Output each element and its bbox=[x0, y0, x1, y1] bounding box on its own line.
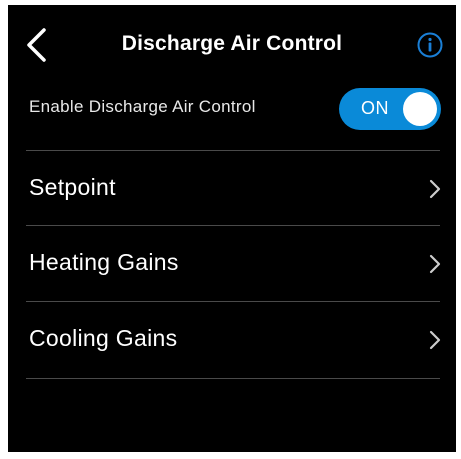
page-title: Discharge Air Control bbox=[121, 32, 343, 55]
menu-item-setpoint[interactable]: Setpoint bbox=[8, 151, 456, 225]
divider bbox=[26, 378, 440, 379]
toggle-state-text: ON bbox=[361, 98, 389, 118]
menu-item-label: Heating Gains bbox=[29, 249, 179, 275]
enable-toggle[interactable]: ON bbox=[339, 88, 441, 130]
menu-item-cooling-gains[interactable]: Cooling Gains bbox=[8, 302, 456, 376]
info-button[interactable] bbox=[416, 31, 444, 59]
chevron-right-icon bbox=[428, 179, 442, 199]
info-icon bbox=[416, 31, 444, 59]
chevron-right-icon bbox=[428, 330, 442, 350]
header-bar: Discharge Air Control bbox=[8, 5, 456, 85]
toggle-knob bbox=[403, 92, 437, 126]
chevron-left-icon bbox=[22, 27, 52, 63]
menu-item-heating-gains[interactable]: Heating Gains bbox=[8, 226, 456, 300]
discharge-air-control-screen: Discharge Air Control Enable Discharge A… bbox=[8, 5, 456, 452]
enable-discharge-air-control-row: Enable Discharge Air Control ON bbox=[8, 85, 456, 150]
menu-item-label: Setpoint bbox=[29, 174, 116, 200]
menu-item-label: Cooling Gains bbox=[29, 325, 178, 351]
back-button[interactable] bbox=[22, 27, 52, 63]
chevron-right-icon bbox=[428, 254, 442, 274]
enable-label: Enable Discharge Air Control bbox=[29, 97, 256, 116]
